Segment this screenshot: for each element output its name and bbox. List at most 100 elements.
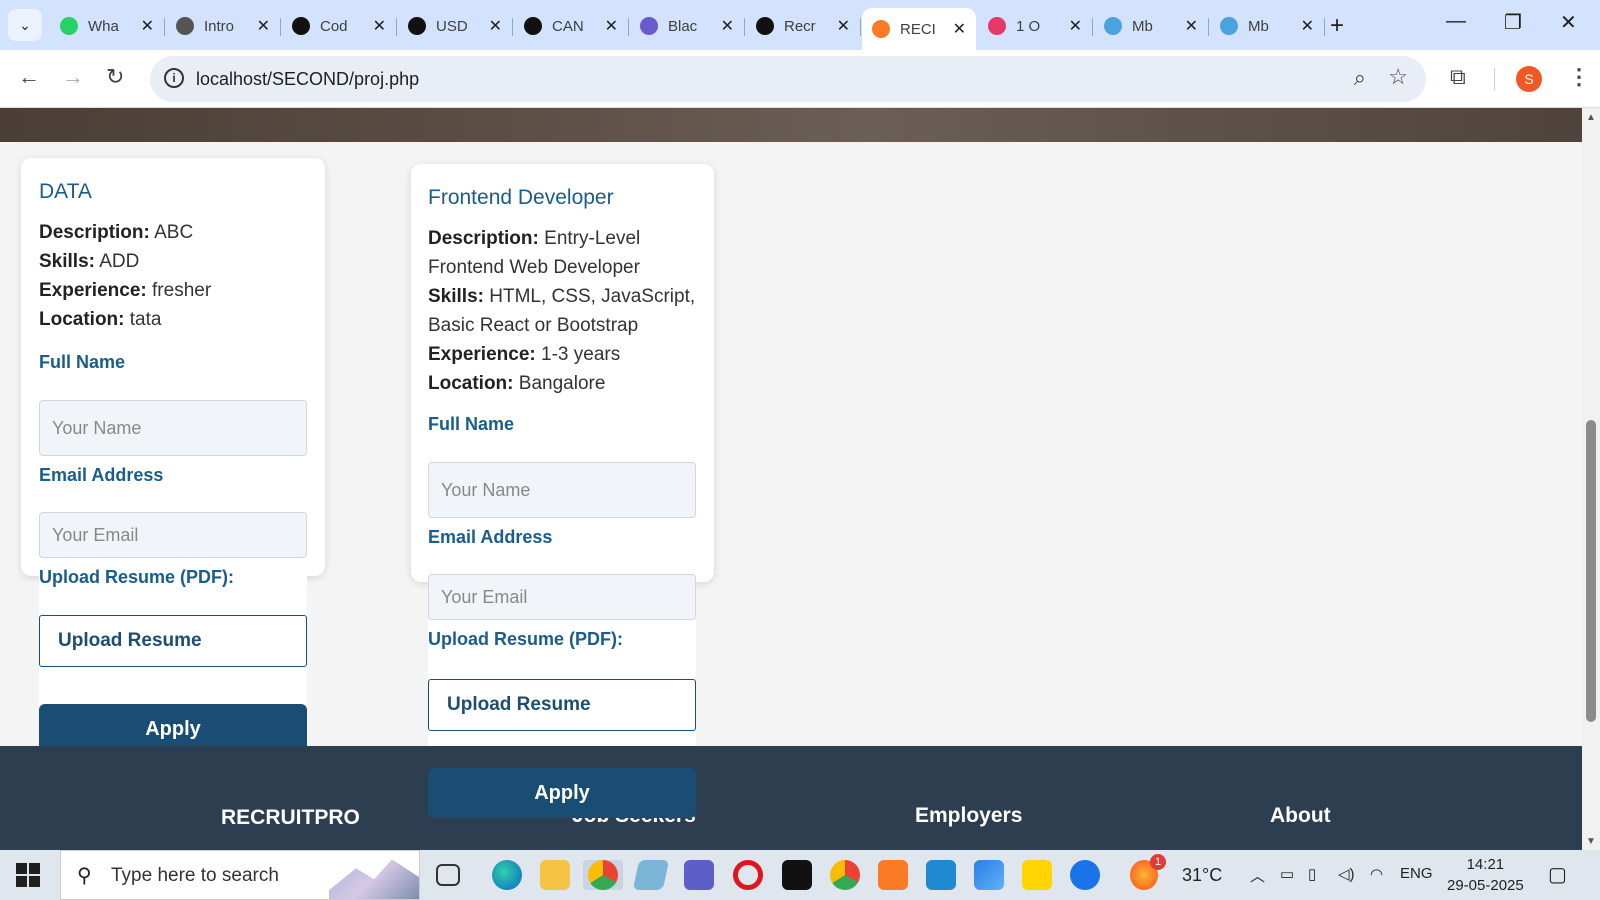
job-skills: Skills: HTML, CSS, JavaScript, Basic Rea… xyxy=(428,286,696,336)
browser-tab[interactable]: Recr ✕ xyxy=(746,8,861,44)
hero-banner xyxy=(0,108,1582,142)
job-skills: Skills: ADD xyxy=(39,251,140,272)
xampp-icon[interactable] xyxy=(878,860,908,890)
volume-icon[interactable]: ◁) xyxy=(1338,865,1355,883)
taskbar-clock[interactable]: 14:21 29-05-2025 xyxy=(1447,854,1524,896)
tab-close-icon[interactable]: ✕ xyxy=(605,16,618,36)
job-title: Frontend Developer xyxy=(428,186,614,209)
zoom-icon[interactable]: ⌕ xyxy=(1354,65,1366,91)
tab-close-icon[interactable]: ✕ xyxy=(1185,16,1198,36)
tab-close-icon[interactable]: ✕ xyxy=(141,16,154,36)
full-name-input[interactable]: Your Name xyxy=(428,462,696,518)
task-view-icon[interactable] xyxy=(436,864,460,886)
windows-start-icon[interactable] xyxy=(16,863,42,887)
toolbar-divider xyxy=(1494,68,1495,90)
bookmark-star-icon[interactable]: ☆ xyxy=(1388,64,1408,90)
back-icon[interactable]: ← xyxy=(18,64,40,90)
page-scrollbar[interactable]: ▲ ▼ xyxy=(1582,108,1600,850)
reload-icon[interactable]: ↻ xyxy=(106,64,124,90)
chevron-up-icon[interactable]: ︿ xyxy=(1250,865,1265,886)
full-name-label: Full Name xyxy=(428,414,515,434)
browser-tab[interactable]: Blac ✕ xyxy=(630,8,745,44)
email-input[interactable]: Your Email xyxy=(39,512,307,558)
tab-close-icon[interactable]: ✕ xyxy=(953,19,966,39)
weather-temp: 31°C xyxy=(1182,865,1223,885)
full-name-input[interactable]: Your Name xyxy=(39,400,307,456)
scroll-up-icon[interactable]: ▲ xyxy=(1586,112,1596,123)
tab-title: Mb xyxy=(1132,17,1153,35)
notifications-icon[interactable]: ▢ xyxy=(1548,862,1567,887)
browser-tab[interactable]: Intro ✕ xyxy=(166,8,281,44)
tab-close-icon[interactable]: ✕ xyxy=(837,16,850,36)
resume-label: Upload Resume (PDF): xyxy=(39,567,235,587)
minimize-button[interactable]: — xyxy=(1446,10,1466,33)
tab-search-button[interactable]: ⌄ xyxy=(8,9,42,41)
notepad-icon[interactable] xyxy=(632,860,670,890)
browser-tab[interactable]: Wha ✕ xyxy=(50,8,165,44)
tab-favicon-icon xyxy=(60,17,78,35)
search-highlight-image xyxy=(329,859,419,899)
browser-tab[interactable]: Mb ✕ xyxy=(1094,8,1209,44)
url-text: localhost/SECOND/proj.php xyxy=(196,69,420,89)
edge-icon[interactable] xyxy=(492,860,522,890)
taskbar-search[interactable]: ⚲ Type here to search xyxy=(60,850,420,900)
browser-tab[interactable]: RECI ✕ xyxy=(862,8,976,50)
upload-resume-button[interactable]: Upload Resume xyxy=(39,615,307,667)
resume-label: Upload Resume (PDF): xyxy=(428,629,624,649)
menu-icon[interactable]: ⋮ xyxy=(1568,64,1590,90)
browser-tab[interactable]: CAN ✕ xyxy=(514,8,629,44)
browser-tab[interactable]: 1 O ✕ xyxy=(978,8,1093,44)
help-icon[interactable] xyxy=(1070,860,1100,890)
tab-close-icon[interactable]: ✕ xyxy=(373,16,386,36)
chrome-icon[interactable] xyxy=(588,860,618,890)
tab-close-icon[interactable]: ✕ xyxy=(721,16,734,36)
tab-close-icon[interactable]: ✕ xyxy=(489,16,502,36)
site-info-icon[interactable]: i xyxy=(164,68,184,88)
language-indicator[interactable]: ENG xyxy=(1400,865,1433,882)
address-bar[interactable]: i localhost/SECOND/proj.php ⌕ ☆ xyxy=(150,56,1426,102)
tab-favicon-icon xyxy=(756,17,774,35)
file-explorer-icon[interactable] xyxy=(540,860,570,890)
search-icon: ⚲ xyxy=(77,865,92,887)
footer-employers[interactable]: Employers xyxy=(915,804,1022,828)
opera-icon[interactable] xyxy=(733,860,763,890)
tab-title: Intro xyxy=(204,17,235,35)
job-experience: Experience: fresher xyxy=(39,280,212,301)
app-icon[interactable] xyxy=(782,860,812,890)
close-window-button[interactable]: ✕ xyxy=(1560,10,1577,35)
battery-icon[interactable]: ▯ xyxy=(1308,865,1316,883)
page-content: DATA Description: ABC Skills: ADD Experi… xyxy=(0,108,1582,850)
browser-toolbar: ← → ↻ i localhost/SECOND/proj.php ⌕ ☆ ⧉ … xyxy=(0,50,1600,108)
profile-avatar[interactable]: S xyxy=(1516,66,1542,92)
browser-tab[interactable]: USD ✕ xyxy=(398,8,513,44)
tab-close-icon[interactable]: ✕ xyxy=(1069,16,1082,36)
job-details: Description: Entry-Level Frontend Web De… xyxy=(428,224,698,398)
new-tab-button[interactable]: + xyxy=(1330,12,1344,40)
browser-tab[interactable]: Mb ✕ xyxy=(1210,8,1325,44)
forward-icon[interactable]: → xyxy=(62,64,84,90)
apply-button[interactable]: Apply xyxy=(428,768,696,818)
tab-favicon-icon xyxy=(292,17,310,35)
scroll-down-icon[interactable]: ▼ xyxy=(1586,836,1596,847)
windows-taskbar: ⚲ Type here to search 1 31°C ︿ ▭ ▯ ◁) ◠ … xyxy=(0,850,1600,900)
vscode-icon[interactable] xyxy=(926,860,956,890)
email-input[interactable]: Your Email xyxy=(428,574,696,620)
upload-resume-button[interactable]: Upload Resume xyxy=(428,679,696,731)
meet-icon[interactable]: ▭ xyxy=(1280,865,1294,883)
scrollbar-thumb[interactable] xyxy=(1586,420,1596,722)
tab-favicon-icon xyxy=(524,17,542,35)
tab-favicon-icon xyxy=(872,20,890,38)
tab-close-icon[interactable]: ✕ xyxy=(257,16,270,36)
footer-about[interactable]: About xyxy=(1270,804,1331,828)
job-experience: Experience: 1-3 years xyxy=(428,344,621,365)
tab-close-icon[interactable]: ✕ xyxy=(1301,16,1314,36)
teams-icon[interactable] xyxy=(684,860,714,890)
wifi-icon[interactable]: ◠ xyxy=(1370,865,1383,883)
chrome-profile-icon[interactable] xyxy=(830,860,860,890)
restore-button[interactable]: ❐ xyxy=(1504,10,1522,35)
sticky-notes-icon[interactable] xyxy=(1022,860,1052,890)
photos-icon[interactable] xyxy=(974,860,1004,890)
browser-tab[interactable]: Cod ✕ xyxy=(282,8,397,44)
tab-title: Wha xyxy=(88,17,119,35)
extensions-icon[interactable]: ⧉ xyxy=(1450,64,1466,90)
